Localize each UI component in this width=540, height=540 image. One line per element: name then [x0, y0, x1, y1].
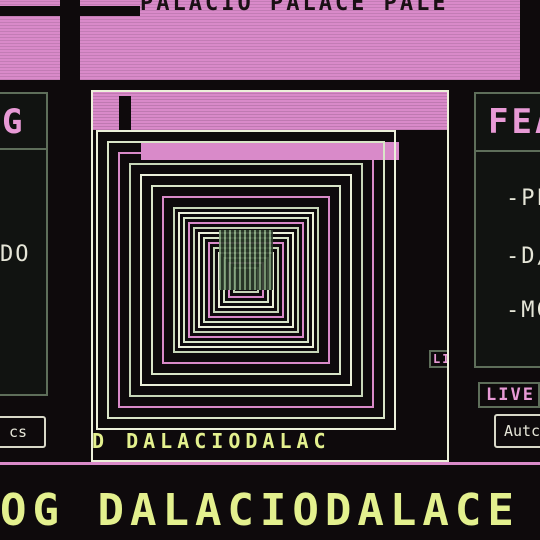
- tunnel-core: [219, 230, 273, 290]
- window-dark-block: [119, 96, 131, 130]
- left-button[interactable]: cs: [0, 416, 46, 448]
- right-button[interactable]: Autc: [494, 414, 540, 448]
- left-panel-title: G: [2, 102, 26, 142]
- bottom-marquee: OG DALACIODALACE: [0, 488, 520, 534]
- banner-divider: [520, 0, 540, 80]
- window-caption: D DALACIODALAC: [92, 430, 331, 452]
- banner-title: PALACIO PALACE PALE: [140, 0, 540, 11]
- left-panel-divider: [0, 148, 46, 150]
- right-menu-item[interactable]: -MC: [506, 298, 540, 323]
- live-tag: LIVE: [478, 382, 540, 408]
- left-menu-item[interactable]: DO: [0, 242, 40, 267]
- tunnel-window: LIV: [91, 90, 449, 462]
- inner-live-tag: LIV: [429, 350, 447, 368]
- separator-line: [0, 462, 540, 465]
- right-menu-item[interactable]: -PL: [506, 186, 540, 211]
- right-panel-title: FEA: [488, 102, 540, 142]
- right-menu-item[interactable]: -D/: [506, 244, 540, 269]
- window-pink-band: [93, 92, 447, 130]
- banner-divider: [0, 6, 140, 16]
- right-panel-divider: [476, 150, 540, 152]
